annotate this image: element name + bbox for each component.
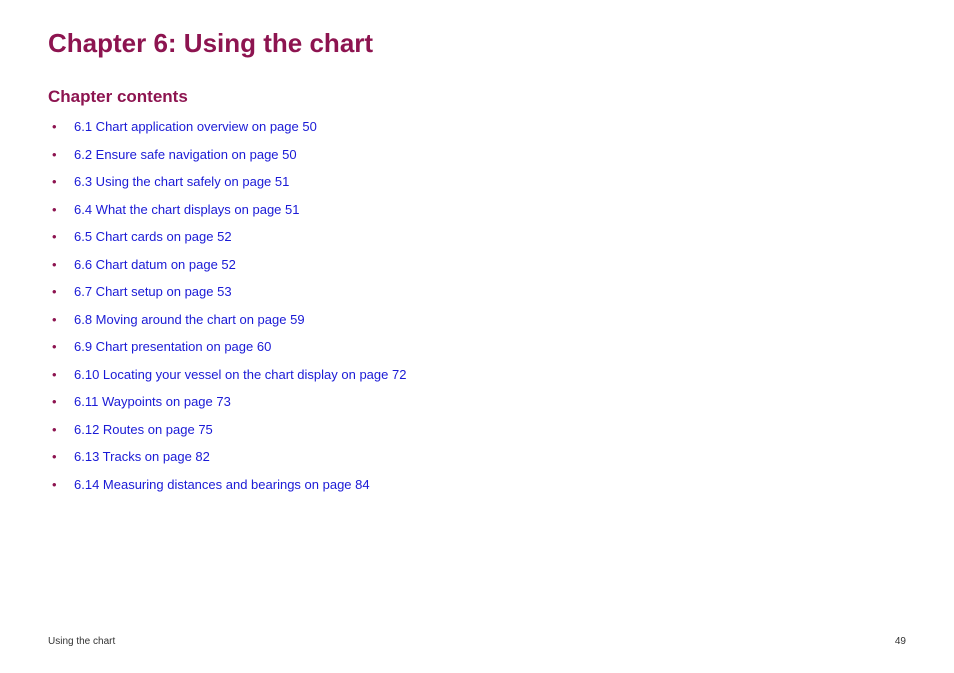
toc-list: • 6.1 Chart application overview on page…: [48, 117, 906, 494]
bullet-icon: •: [50, 145, 74, 165]
toc-item: • 6.4 What the chart displays on page 51: [50, 200, 906, 220]
toc-link[interactable]: 6.10 Locating your vessel on the chart d…: [74, 365, 406, 385]
bullet-icon: •: [50, 365, 74, 385]
toc-link[interactable]: 6.13 Tracks on page 82: [74, 447, 210, 467]
bullet-icon: •: [50, 255, 74, 275]
toc-item: • 6.9 Chart presentation on page 60: [50, 337, 906, 357]
page-footer: Using the chart 49: [48, 636, 906, 647]
toc-item: • 6.14 Measuring distances and bearings …: [50, 475, 906, 495]
toc-link[interactable]: 6.3 Using the chart safely on page 51: [74, 172, 289, 192]
toc-link[interactable]: 6.5 Chart cards on page 52: [74, 227, 232, 247]
bullet-icon: •: [50, 117, 74, 137]
bullet-icon: •: [50, 172, 74, 192]
toc-link[interactable]: 6.7 Chart setup on page 53: [74, 282, 232, 302]
toc-item: • 6.13 Tracks on page 82: [50, 447, 906, 467]
toc-item: • 6.12 Routes on page 75: [50, 420, 906, 440]
toc-link[interactable]: 6.6 Chart datum on page 52: [74, 255, 236, 275]
toc-link[interactable]: 6.11 Waypoints on page 73: [74, 392, 231, 412]
toc-link[interactable]: 6.2 Ensure safe navigation on page 50: [74, 145, 297, 165]
toc-link[interactable]: 6.9 Chart presentation on page 60: [74, 337, 271, 357]
page-number: 49: [895, 636, 906, 647]
toc-item: • 6.6 Chart datum on page 52: [50, 255, 906, 275]
chapter-title: Chapter 6: Using the chart: [48, 28, 906, 59]
bullet-icon: •: [50, 475, 74, 495]
bullet-icon: •: [50, 310, 74, 330]
bullet-icon: •: [50, 447, 74, 467]
toc-link[interactable]: 6.1 Chart application overview on page 5…: [74, 117, 317, 137]
bullet-icon: •: [50, 420, 74, 440]
bullet-icon: •: [50, 282, 74, 302]
toc-item: • 6.11 Waypoints on page 73: [50, 392, 906, 412]
section-title: Chapter contents: [48, 87, 906, 107]
toc-item: • 6.5 Chart cards on page 52: [50, 227, 906, 247]
footer-title: Using the chart: [48, 636, 115, 647]
bullet-icon: •: [50, 392, 74, 412]
toc-item: • 6.3 Using the chart safely on page 51: [50, 172, 906, 192]
toc-item: • 6.7 Chart setup on page 53: [50, 282, 906, 302]
toc-link[interactable]: 6.14 Measuring distances and bearings on…: [74, 475, 370, 495]
bullet-icon: •: [50, 200, 74, 220]
toc-item: • 6.2 Ensure safe navigation on page 50: [50, 145, 906, 165]
toc-item: • 6.1 Chart application overview on page…: [50, 117, 906, 137]
toc-link[interactable]: 6.8 Moving around the chart on page 59: [74, 310, 305, 330]
toc-link[interactable]: 6.4 What the chart displays on page 51: [74, 200, 299, 220]
toc-item: • 6.10 Locating your vessel on the chart…: [50, 365, 906, 385]
bullet-icon: •: [50, 337, 74, 357]
bullet-icon: •: [50, 227, 74, 247]
toc-item: • 6.8 Moving around the chart on page 59: [50, 310, 906, 330]
toc-link[interactable]: 6.12 Routes on page 75: [74, 420, 213, 440]
